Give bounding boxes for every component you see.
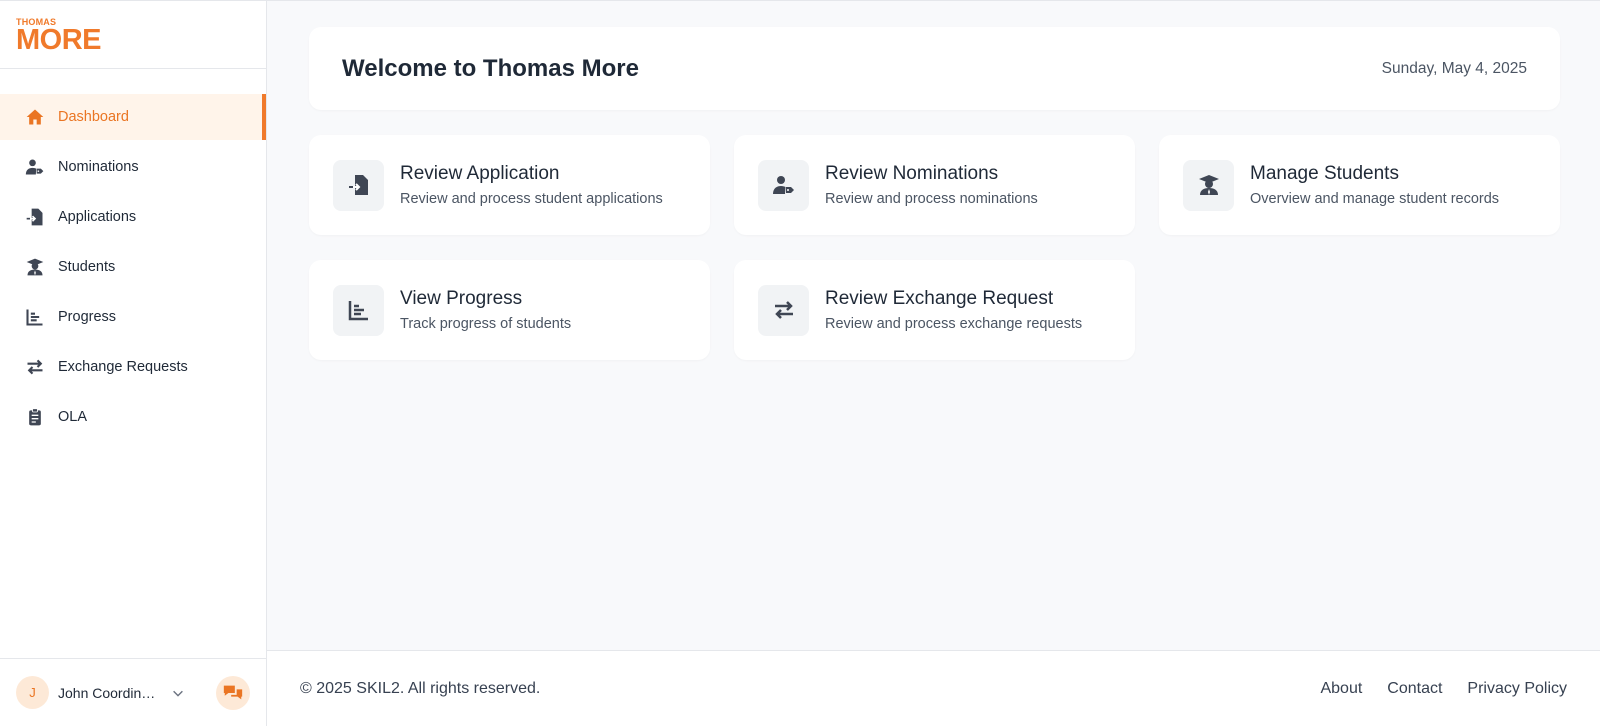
card-description: Track progress of students <box>400 316 572 332</box>
clipboard-icon <box>24 406 46 428</box>
user-menu[interactable]: J John Coordinator <box>0 658 266 726</box>
sidebar-item-label: Exchange Requests <box>58 359 188 375</box>
sidebar-item-label: Applications <box>58 209 137 225</box>
file-import-icon <box>24 206 46 228</box>
card-title: Review Nominations <box>825 163 999 184</box>
card-title: Manage Students <box>1250 163 1399 184</box>
logo-big-text: MORE <box>16 24 102 56</box>
footer-link-about[interactable]: About <box>1320 680 1362 698</box>
card-title: Review Application <box>400 163 560 184</box>
user-tag-icon <box>24 156 46 178</box>
graduate-icon <box>24 256 46 278</box>
sidebar-item-ola[interactable]: OLA <box>0 394 266 440</box>
sidebar-item-label: OLA <box>58 409 88 425</box>
graduate-icon <box>1183 159 1234 211</box>
app-window: THOMAS MORE Dashboard Nominations Applic… <box>0 0 1600 726</box>
card-review-application[interactable]: Review Application Review and process st… <box>309 135 710 235</box>
sidebar-item-students[interactable]: Students <box>0 244 266 290</box>
exchange-arrows-icon <box>24 356 46 378</box>
bar-chart-icon <box>24 306 46 328</box>
sidebar-item-nominations[interactable]: Nominations <box>0 144 266 190</box>
sidebar-item-label: Nominations <box>58 159 139 175</box>
thomas-more-logo[interactable]: THOMAS MORE <box>0 1 266 69</box>
exchange-arrows-icon <box>758 284 809 336</box>
welcome-header: Welcome to Thomas More Sunday, May 4, 20… <box>309 27 1560 110</box>
avatar: J <box>16 676 49 709</box>
copyright-text: © 2025 SKIL2. All rights reserved. <box>300 679 541 697</box>
chevron-down-icon[interactable] <box>170 685 186 701</box>
card-description: Review and process exchange requests <box>825 316 1083 332</box>
footer-link-contact[interactable]: Contact <box>1387 680 1442 698</box>
current-date: Sunday, May 4, 2025 <box>1381 59 1527 77</box>
footer-links: About Contact Privacy Policy <box>1320 680 1567 698</box>
card-view-progress[interactable]: View Progress Track progress of students <box>309 260 710 360</box>
page-title: Welcome to Thomas More <box>342 54 639 82</box>
card-review-exchange-request[interactable]: Review Exchange Request Review and proce… <box>734 260 1135 360</box>
card-description: Overview and manage student records <box>1250 191 1500 207</box>
card-manage-students[interactable]: Manage Students Overview and manage stud… <box>1159 135 1560 235</box>
card-description: Review and process student applications <box>400 191 663 207</box>
chat-button[interactable] <box>216 675 250 710</box>
file-import-icon <box>333 159 384 211</box>
card-review-nominations[interactable]: Review Nominations Review and process no… <box>734 135 1135 235</box>
card-description: Review and process nominations <box>825 191 1038 207</box>
user-name: John Coordinator <box>58 684 162 701</box>
chat-bubbles-icon <box>223 685 243 699</box>
bar-chart-icon <box>333 284 384 336</box>
user-tag-icon <box>758 159 809 211</box>
card-title: Review Exchange Request <box>825 288 1054 309</box>
card-title: View Progress <box>400 288 523 309</box>
footer: © 2025 SKIL2. All rights reserved. About… <box>267 650 1600 726</box>
sidebar-item-label: Progress <box>58 309 117 325</box>
sidebar-nav: Dashboard Nominations Applications Stude… <box>0 69 266 440</box>
sidebar-item-dashboard[interactable]: Dashboard <box>0 94 266 140</box>
sidebar-item-label: Dashboard <box>58 109 129 125</box>
main-content: Welcome to Thomas More Sunday, May 4, 20… <box>267 1 1600 726</box>
sidebar-item-exchange-requests[interactable]: Exchange Requests <box>0 344 266 390</box>
sidebar-item-applications[interactable]: Applications <box>0 194 266 240</box>
home-icon <box>24 106 46 128</box>
footer-link-privacy-policy[interactable]: Privacy Policy <box>1467 680 1567 698</box>
sidebar-item-progress[interactable]: Progress <box>0 294 266 340</box>
sidebar-item-label: Students <box>58 259 116 275</box>
sidebar: THOMAS MORE Dashboard Nominations Applic… <box>0 1 267 726</box>
